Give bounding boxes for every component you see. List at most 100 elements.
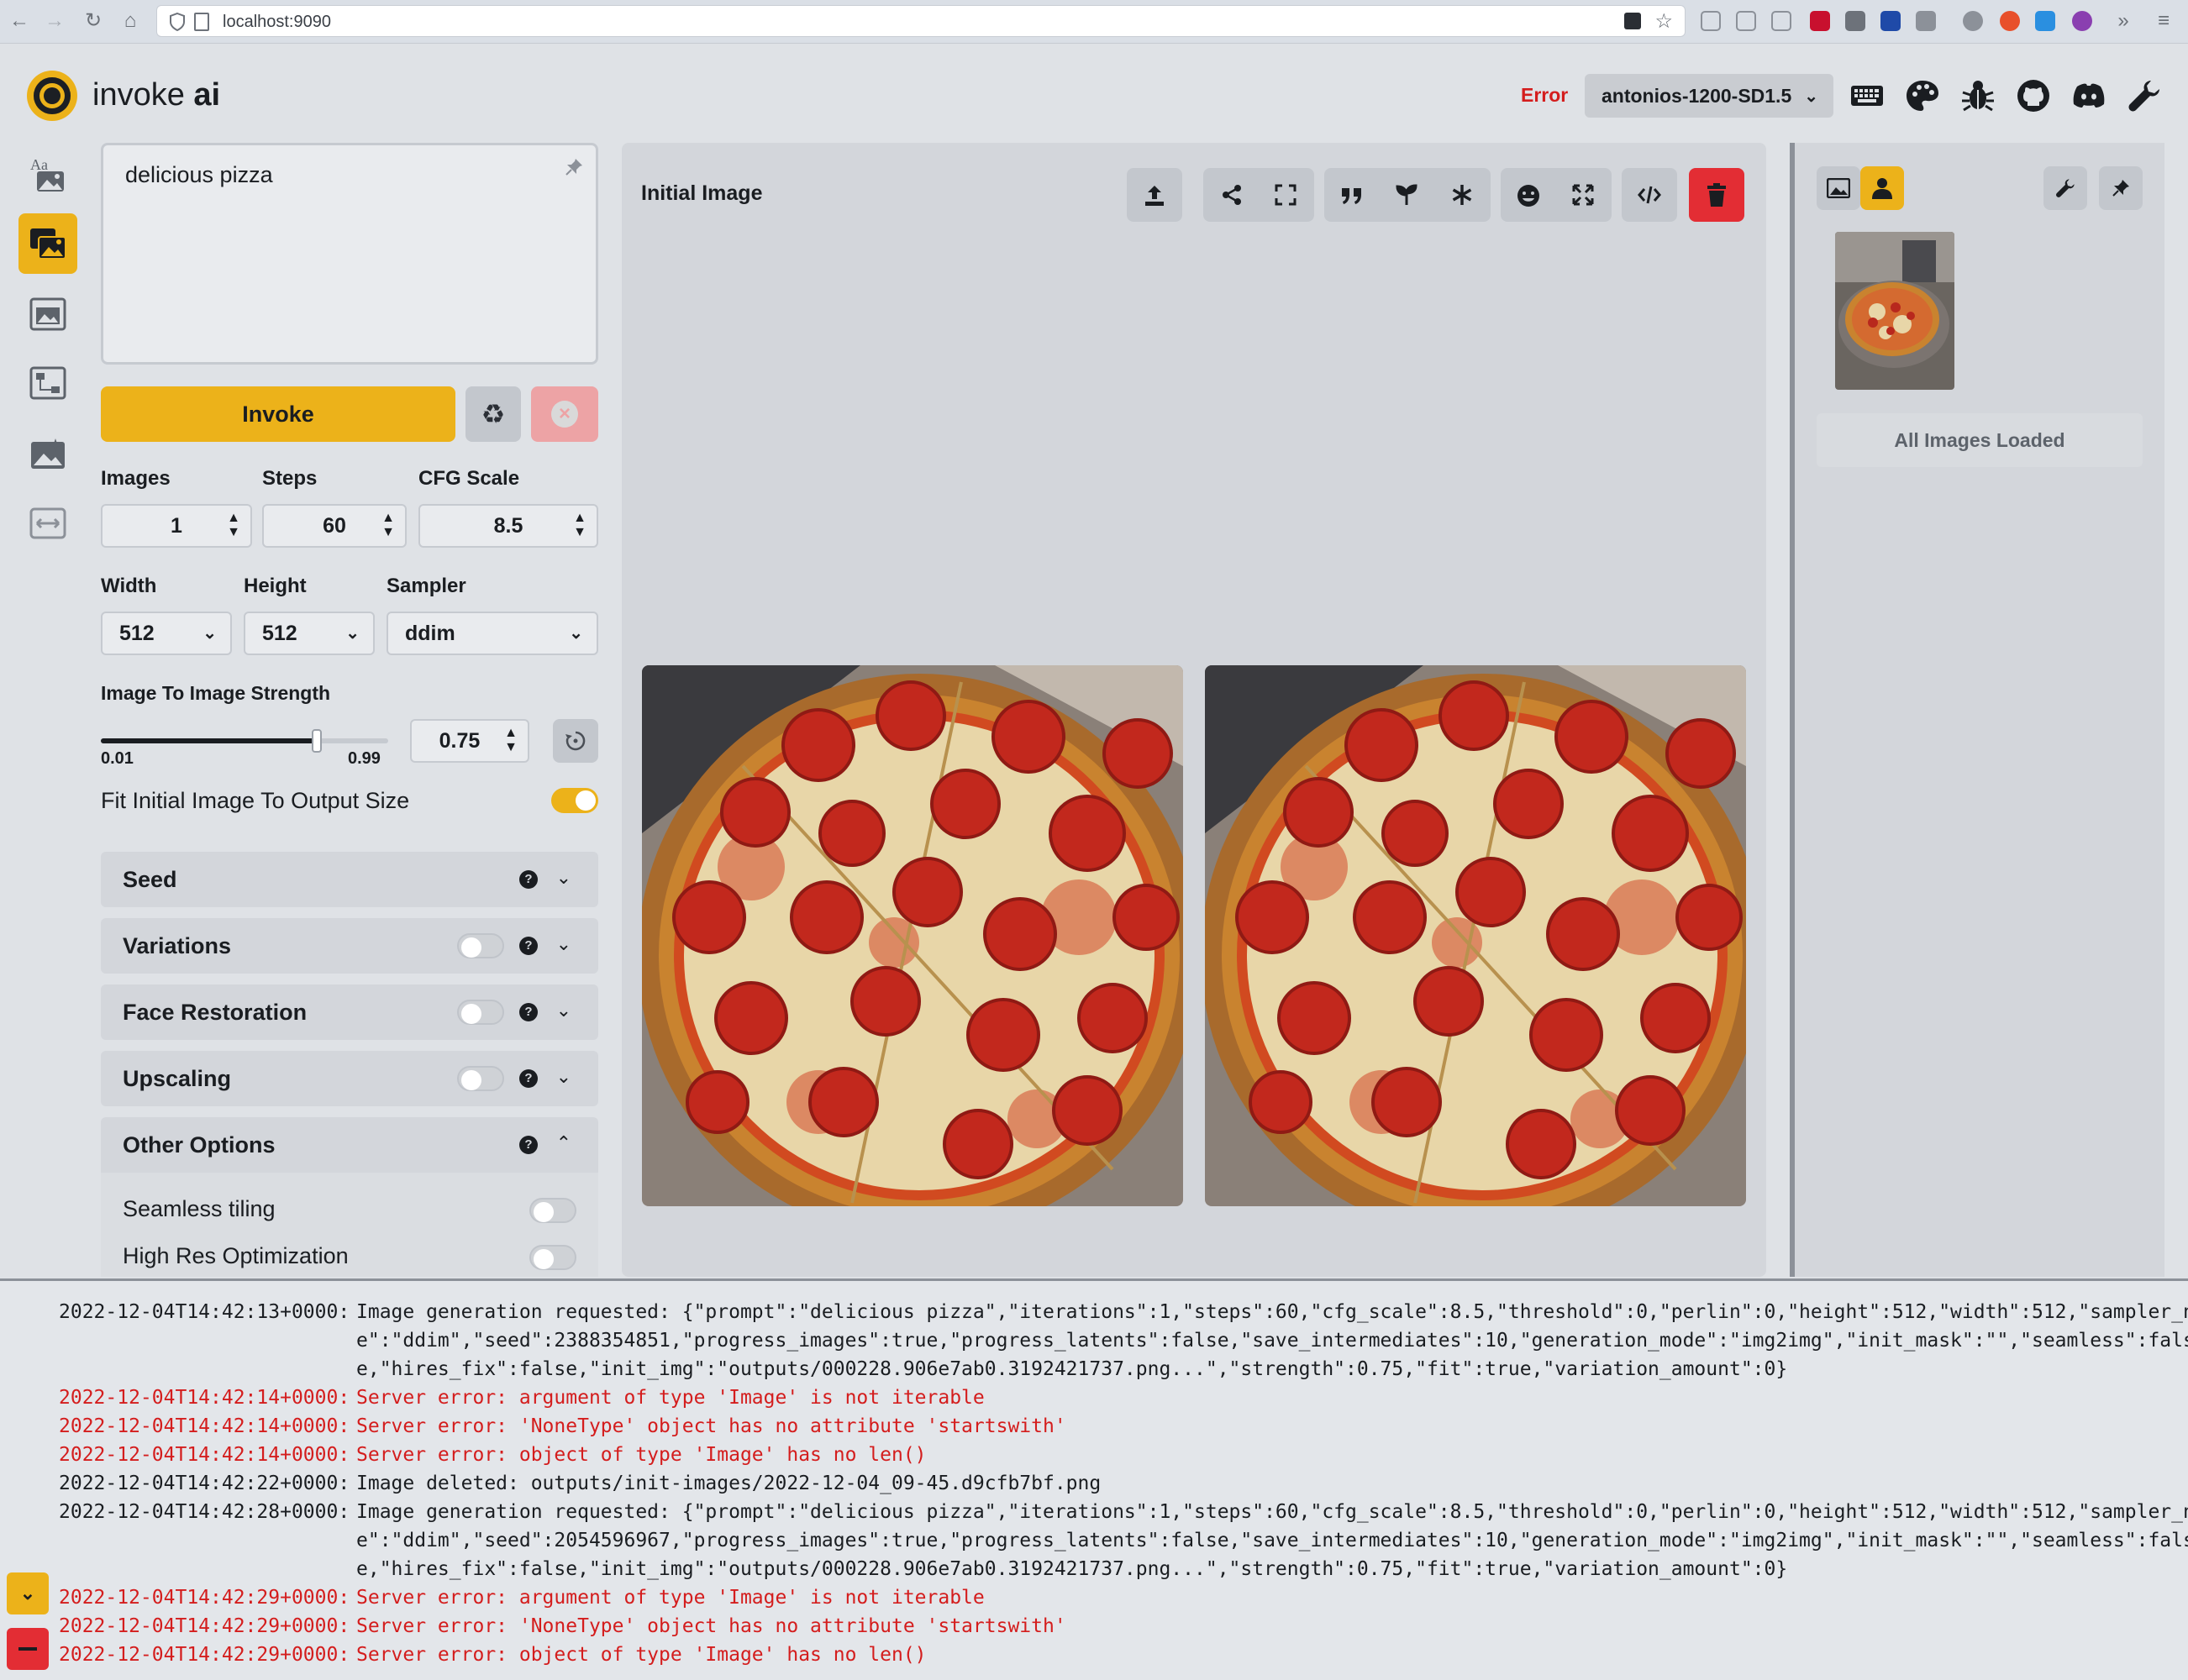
help-icon[interactable]: ? [519, 1136, 538, 1154]
help-icon[interactable]: ? [519, 937, 538, 955]
pizza-thumbnail-image [1835, 232, 1954, 390]
tab-unified-canvas[interactable] [18, 284, 77, 344]
invoke-button[interactable]: Invoke [101, 386, 455, 442]
grid-icon[interactable] [1845, 11, 1865, 31]
result-image[interactable] [1205, 665, 1746, 1206]
tab-image-to-image[interactable] [18, 213, 77, 274]
gallery-thumbnail[interactable] [1835, 232, 1954, 390]
menu-icon[interactable]: ≡ [2151, 8, 2176, 34]
width-label: Width [101, 575, 157, 597]
seamless-toggle[interactable] [529, 1198, 576, 1223]
reset-strength-button[interactable] [553, 719, 598, 763]
tab-nodes[interactable] [18, 353, 77, 413]
container-icon[interactable] [1880, 11, 1901, 31]
width-select[interactable]: 512 ⌄ [101, 612, 232, 655]
duckduckgo-icon[interactable] [2000, 11, 2020, 31]
console-timestamp: 2022-12-04T14:42:14+0000: [59, 1415, 350, 1437]
strength-input[interactable]: 0.75 ▲ ▼ [410, 719, 529, 763]
help-icon[interactable]: ? [519, 1069, 538, 1088]
overflow-chevron-icon[interactable]: » [2111, 8, 2136, 34]
stepper-arrows-icon[interactable]: ▲ ▼ [573, 511, 586, 539]
tab-text-to-image[interactable]: Aa [18, 144, 77, 205]
help-icon[interactable]: ? [519, 1003, 538, 1021]
console-timestamp: 2022-12-04T14:42:29+0000: [59, 1615, 350, 1637]
training-icon [29, 507, 66, 539]
hires-toggle[interactable] [529, 1245, 576, 1270]
initial-image[interactable] [642, 665, 1183, 1206]
variations-toggle[interactable] [457, 933, 504, 958]
sampler-select[interactable]: ddim ⌄ [387, 612, 598, 655]
address-bar[interactable]: localhost:9090 ☆ [156, 5, 1686, 37]
gallery-pin-button[interactable] [2099, 166, 2143, 210]
gallery-settings-button[interactable] [2043, 166, 2087, 210]
tab-postprocessing[interactable] [18, 423, 77, 484]
strength-slider-thumb[interactable] [312, 729, 322, 753]
privacy-icon[interactable] [1963, 11, 1983, 31]
height-select[interactable]: 512 ⌄ [244, 612, 375, 655]
steps-input[interactable]: 60 ▲ ▼ [262, 504, 407, 548]
stepper-arrows-icon[interactable]: ▲ ▼ [504, 726, 518, 754]
upscaling-accordion[interactable]: Upscaling ? ⌄ [101, 1051, 598, 1106]
help-icon[interactable]: ? [519, 870, 538, 889]
wrench-icon[interactable] [2126, 77, 2163, 114]
images-input[interactable]: 1 ▲ ▼ [101, 504, 252, 548]
app-title: invoke ai [92, 77, 221, 113]
model-select[interactable]: antonios-1200-SD1.5 ⌄ [1585, 74, 1833, 118]
chevron-double-down-icon: ⌄ [19, 1583, 36, 1604]
variations-accordion[interactable]: Variations ? ⌄ [101, 918, 598, 974]
other-options-accordion[interactable]: Other Options ? ⌃ [101, 1117, 598, 1173]
gallery-user-tab[interactable] [1860, 166, 1904, 210]
discord-icon[interactable] [2070, 77, 2107, 114]
stepper-arrows-icon[interactable]: ▲ ▼ [227, 511, 240, 539]
pin-icon[interactable] [564, 157, 584, 177]
github-icon[interactable] [2015, 77, 2052, 114]
tab-training[interactable] [18, 492, 77, 553]
ublock-icon[interactable] [1810, 11, 1830, 31]
delete-button[interactable] [1689, 168, 1744, 222]
qr-icon[interactable] [1624, 13, 1641, 29]
home-icon[interactable]: ⌂ [118, 8, 143, 34]
image-to-image-icon [30, 228, 66, 260]
recycle-button[interactable]: ♻ [465, 386, 521, 442]
chevron-down-icon: ⌄ [555, 1066, 571, 1087]
profile-icon[interactable] [2072, 11, 2092, 31]
face-restoration-accordion[interactable]: Face Restoration ? ⌄ [101, 984, 598, 1040]
pin-icon [2112, 180, 2129, 197]
expand-icon[interactable] [1571, 183, 1595, 207]
asterisk-icon[interactable] [1450, 183, 1474, 207]
recycle-icon: ♻ [481, 399, 506, 429]
bug-icon[interactable] [1959, 77, 1996, 114]
pocket-icon[interactable] [1701, 11, 1721, 31]
back-icon[interactable]: ← [7, 8, 32, 34]
sidebar-icon[interactable] [1771, 11, 1791, 31]
bookmark-star-icon[interactable]: ☆ [1654, 9, 1673, 34]
strength-slider-fill [101, 738, 317, 743]
face-icon[interactable] [1516, 183, 1541, 208]
seed-accordion[interactable]: Seed ? ⌄ [101, 852, 598, 907]
reload-icon[interactable]: ↻ [81, 8, 106, 34]
share-icon[interactable] [1220, 183, 1244, 207]
stepper-arrows-icon[interactable]: ▲ ▼ [381, 511, 395, 539]
console-close-button[interactable] [7, 1628, 49, 1670]
gallery-results-tab[interactable] [1817, 166, 1860, 210]
upscaling-toggle[interactable] [457, 1066, 504, 1091]
palette-icon[interactable] [1904, 77, 1941, 114]
fit-toggle[interactable] [551, 788, 598, 813]
prompt-textarea[interactable]: delicious pizza [101, 143, 598, 365]
cancel-button[interactable]: × [531, 386, 598, 442]
cfg-scale-label: CFG Scale [418, 467, 520, 490]
seedling-icon[interactable] [1395, 183, 1418, 207]
quote-icon[interactable] [1339, 183, 1365, 207]
cfg-scale-input[interactable]: 8.5 ▲ ▼ [418, 504, 598, 548]
metadata-button[interactable] [1622, 168, 1677, 222]
fullscreen-icon[interactable] [1274, 183, 1297, 207]
face-restoration-toggle[interactable] [457, 1000, 504, 1025]
forward-icon[interactable]: → [42, 8, 67, 34]
color-icon[interactable] [2035, 11, 2055, 31]
share-fullscreen-group [1203, 168, 1314, 222]
keyboard-icon[interactable] [1849, 77, 1886, 114]
send-to-button[interactable] [1127, 168, 1182, 222]
email-icon[interactable] [1916, 11, 1936, 31]
extension-icon[interactable] [1736, 11, 1756, 31]
console-scroll-toggle[interactable]: ⌄ [7, 1572, 49, 1614]
